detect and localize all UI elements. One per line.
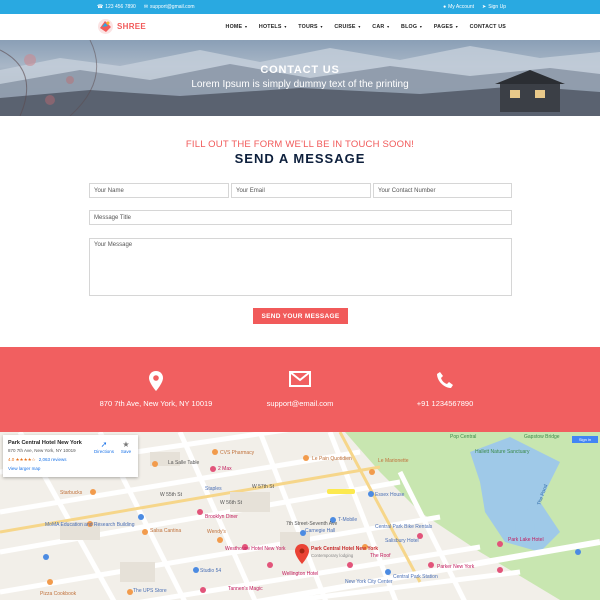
phone-icon: [345, 371, 545, 391]
phone-icon: ☎: [97, 3, 104, 10]
caret-down-icon: ▼: [386, 25, 391, 29]
map-label-carnegie: Carnegie Hall: [305, 528, 336, 534]
user-icon: ●: [443, 3, 447, 10]
map-label-bike: Central Park Bike Rentals: [375, 524, 433, 530]
map-label-tannen: Tannen's Magic: [228, 586, 263, 592]
map-label-staples: Staples: [205, 486, 222, 492]
map-label-w55: W 55th St: [160, 492, 182, 498]
map-label-salsa: Salsa Cantina: [150, 528, 182, 534]
map-label-essex: Essex House: [375, 492, 405, 498]
map-label-la-salle: La Salle Table: [168, 460, 200, 466]
mail-icon: ✉: [143, 3, 149, 10]
map-label-westhouse: Westhouse Hotel New York: [225, 546, 286, 552]
map-label-moma: MoMA Education and Research Building: [45, 522, 135, 528]
map-label-le-pain: Le Pain Quotidien: [312, 456, 352, 462]
name-field[interactable]: Your Name: [89, 183, 229, 198]
brand-name: SHREE: [117, 22, 147, 31]
caret-down-icon: ▼: [454, 25, 459, 29]
message-title-field[interactable]: Message Title: [89, 210, 512, 225]
map-label-w57: W 57th St: [252, 484, 274, 490]
map-label-park-lake: Park Lake Hotel: [508, 537, 544, 543]
view-larger-map-link[interactable]: View larger map: [8, 466, 40, 471]
message-textarea[interactable]: Your Message: [89, 238, 512, 296]
map-label-cp-station: Central Park Station: [393, 574, 438, 580]
caret-down-icon: ▼: [357, 25, 362, 29]
map-label-studio54: Studio 54: [200, 568, 222, 574]
directions-button[interactable]: ➚ Directions: [91, 440, 117, 454]
brand-logo[interactable]: SHREE: [97, 18, 146, 35]
topbar-phone[interactable]: ☎ 123 456 7890: [97, 4, 136, 10]
map-label-the-roof: The Roof: [370, 553, 391, 559]
place-rating: 4.0 ★★★★☆ 2,063 reviews: [8, 457, 67, 463]
map-label-wellington: Wellington Hotel: [282, 571, 319, 577]
map-label-pin[interactable]: Park Central Hotel New York: [311, 546, 378, 552]
map-label-salisbury: Salisbury Hotel: [385, 538, 419, 544]
logo-icon: [97, 18, 114, 35]
map-label-starbucks: Starbucks: [60, 490, 83, 496]
nav-hotels[interactable]: HOTELS ▼: [259, 24, 287, 30]
map-signin-button[interactable]: Sign in: [572, 436, 598, 443]
caret-down-icon: ▼: [319, 25, 324, 29]
map-label-ups: The UPS Store: [133, 588, 167, 594]
caret-down-icon: ▼: [419, 25, 423, 29]
my-account-link[interactable]: ● My Account: [443, 4, 474, 10]
star-icon: ★: [122, 440, 130, 449]
topbar-email[interactable]: ✉ support@gmail.com: [144, 4, 195, 10]
nav-blog[interactable]: BLOG ▼: [401, 24, 423, 30]
sign-up-link[interactable]: ➤ Sign Up: [482, 4, 506, 10]
contact-phone[interactable]: +91 1234567890: [345, 399, 545, 408]
signin-icon: ➤: [482, 3, 487, 10]
map-label-nycc: New York City Center: [345, 579, 393, 585]
map-label-pizza: Pizza Cookbook: [40, 591, 77, 597]
nav-pages[interactable]: PAGES ▼: [434, 24, 459, 30]
reviews-link[interactable]: 2,063 reviews: [39, 457, 67, 463]
banner-background-image: [0, 40, 600, 116]
page-banner: CONTACT US Lorem Ipsum is simply dummy t…: [0, 40, 600, 116]
page-subtitle: Lorem Ipsum is simply dummy text of the …: [191, 79, 409, 90]
form-kicker: FILL OUT THE FORM WE'LL BE IN TOUCH SOON…: [185, 139, 415, 150]
main-nav: HOME ▼ HOTELS ▼ TOURS ▼ CRUISE ▼ CAR ▼ BLOG ▼ …: [226, 14, 506, 40]
map-label-hallett: Hallett Nature Sanctuary: [475, 449, 530, 455]
place-name: Park Central Hotel New York: [8, 440, 82, 446]
directions-icon: ➚: [100, 440, 108, 449]
contact-info-strip: 870 7th Ave, New York, NY 10019 support@…: [0, 347, 600, 432]
map-label-parker: Parker New York: [437, 564, 475, 570]
map-label-pin-sub: Contemporary lodging: [311, 553, 354, 558]
nav-cruise[interactable]: CRUISE ▼: [334, 24, 361, 30]
contact-number-field[interactable]: Your Contact Number: [373, 183, 512, 198]
map-label-pop-central: Pop Central: [450, 434, 477, 440]
caret-down-icon: ▼: [244, 25, 248, 29]
form-heading: SEND A MESSAGE: [234, 151, 366, 166]
nav-contact-us[interactable]: CONTACT US: [470, 24, 506, 30]
map-label-marionette: Le Marionette: [378, 458, 409, 464]
top-bar: ☎ 123 456 7890 ✉ support@gmail.com ● My Acc…: [0, 0, 600, 14]
map-label-w56: W 56th St: [220, 500, 242, 506]
map-place-card: Park Central Hotel New York 870 7th Ave,…: [3, 435, 138, 477]
nav-tours[interactable]: TOURS ▼: [298, 24, 323, 30]
map-label-2-max: 2 Max: [218, 466, 232, 472]
place-address: 870 7th Ave, New York, NY 10019: [8, 448, 76, 453]
map-label-wendys: Wendy's: [207, 529, 226, 535]
nav-car[interactable]: CAR ▼: [372, 24, 390, 30]
main-header: SHREE HOME ▼ HOTELS ▼ TOURS ▼ CRUISE ▼ CAR ▼ …: [0, 14, 600, 40]
page-title: CONTACT US: [260, 64, 340, 76]
email-field[interactable]: Your Email: [231, 183, 371, 198]
map-label-7th-st: 7th Street-Seventh Ave: [286, 521, 338, 527]
caret-down-icon: ▼: [283, 25, 288, 29]
nav-home[interactable]: HOME ▼: [226, 24, 248, 30]
map-label-gapstow: Gapstow Bridge: [524, 434, 560, 440]
map-label-brooklyn: Brooklyn Diner: [205, 514, 238, 520]
save-button[interactable]: ★ Save: [117, 440, 135, 454]
map-label-cvs: CVS Pharmacy: [220, 450, 255, 456]
send-message-button[interactable]: SEND YOUR MESSAGE: [253, 308, 348, 324]
map-label-t-mobile: T-Mobile: [338, 517, 358, 523]
